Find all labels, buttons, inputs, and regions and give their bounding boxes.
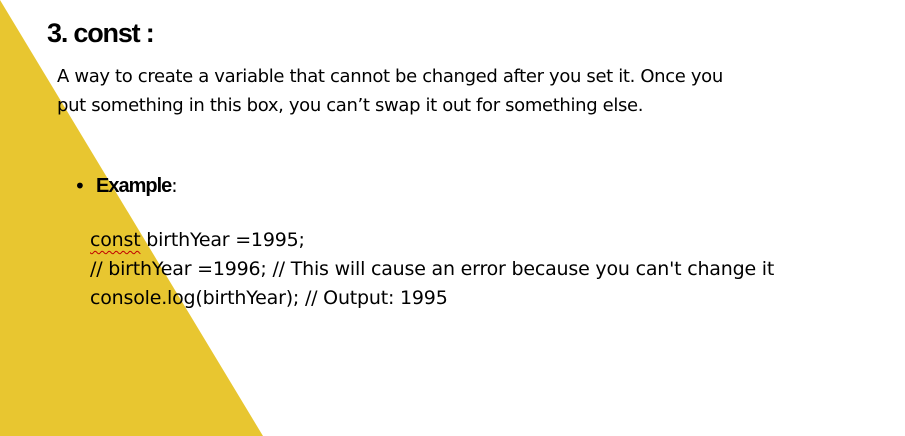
example-label: Example — [96, 175, 172, 197]
definition-line-2: put something in this box, you can’t swa… — [57, 95, 644, 116]
definition-line-1: A way to create a variable that cannot b… — [57, 66, 723, 87]
code-keyword-const: const — [90, 229, 141, 251]
slide: 3. const : A way to create a variable th… — [0, 0, 905, 436]
code-line-1: const birthYear =1995; — [90, 226, 774, 255]
code-line-2: // birthYear =1996; // This will cause a… — [90, 258, 775, 280]
definition-paragraph: A way to create a variable that cannot b… — [57, 62, 837, 120]
bullet-icon: • — [74, 174, 86, 198]
section-heading: 3. const : — [47, 18, 155, 48]
code-line-3: console.log(birthYear); // Output: 1995 — [90, 287, 448, 309]
example-bullet-item: • Example : — [74, 171, 178, 201]
code-line-1-rest: birthYear =1995; — [140, 229, 305, 251]
example-colon: : — [171, 175, 178, 197]
code-example: const birthYear =1995; // birthYear =199… — [90, 226, 774, 313]
